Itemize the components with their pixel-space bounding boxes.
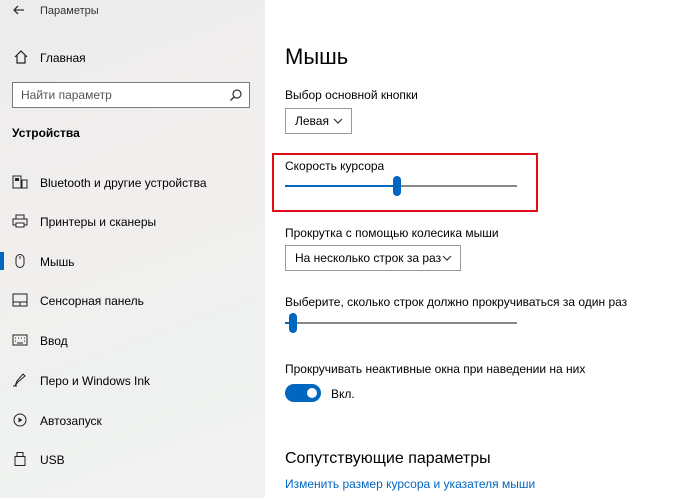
sidebar-item-label: Ввод <box>40 334 68 348</box>
wheel-scroll-value: На несколько строк за раз <box>295 251 442 265</box>
sidebar-item-label: USB <box>40 453 65 467</box>
usb-icon <box>14 452 26 466</box>
related-settings-title: Сопутствующие параметры <box>285 450 491 467</box>
sidebar-item-usb[interactable]: USB <box>0 443 265 475</box>
back-arrow-icon <box>13 5 24 15</box>
lines-to-scroll-label: Выберите, сколько строк должно прокручив… <box>285 295 628 309</box>
sidebar-item-bluetooth[interactable]: Bluetooth и другие устройства <box>0 166 265 198</box>
sidebar-item-label: Перо и Windows Ink <box>40 374 151 388</box>
back-button[interactable] <box>12 3 28 19</box>
sidebar-item-pen[interactable]: Перо и Windows Ink <box>0 364 265 396</box>
slider-track <box>285 322 517 324</box>
main-content: Мышь Выбор основной кнопки Левая Скорост… <box>265 0 700 498</box>
bluetooth-devices-icon <box>12 175 28 189</box>
inactive-scroll-label: Прокручивать неактивные окна при наведен… <box>285 362 586 376</box>
sidebar-item-autoplay[interactable]: Автозапуск <box>0 404 265 436</box>
sidebar-item-label: Сенсорная панель <box>40 294 144 308</box>
chevron-down-icon <box>442 255 452 261</box>
primary-button-value: Левая <box>295 114 329 128</box>
search-input[interactable] <box>13 83 223 107</box>
search-box[interactable] <box>12 82 250 108</box>
sidebar-item-label: Принтеры и сканеры <box>40 215 157 229</box>
cursor-size-link[interactable]: Изменить размер курсора и указателя мыши <box>285 477 535 491</box>
home-icon <box>14 50 28 64</box>
highlight-box <box>272 153 538 212</box>
sidebar-item-input[interactable]: Ввод <box>0 324 265 356</box>
section-title: Устройства <box>12 126 80 140</box>
lines-to-scroll-slider[interactable] <box>285 313 517 333</box>
wheel-scroll-dropdown[interactable]: На несколько строк за раз <box>285 245 461 271</box>
mouse-icon <box>15 254 25 268</box>
nav-home-label: Главная <box>40 51 86 65</box>
wheel-scroll-label: Прокрутка с помощью колесика мыши <box>285 226 499 240</box>
title-bar: Параметры <box>0 0 265 22</box>
window-title: Параметры <box>40 5 99 17</box>
autoplay-icon <box>13 413 27 427</box>
toggle-knob <box>307 388 317 398</box>
sidebar-item-label: Мышь <box>40 255 75 269</box>
sidebar-item-label: Автозапуск <box>40 414 102 428</box>
slider-thumb[interactable] <box>289 313 297 333</box>
keyboard-icon <box>12 334 28 346</box>
sidebar-item-label: Bluetooth и другие устройства <box>40 176 207 190</box>
sidebar-item-mouse[interactable]: Мышь <box>0 245 265 277</box>
sidebar-item-printers[interactable]: Принтеры и сканеры <box>0 205 265 237</box>
search-icon[interactable] <box>229 88 243 102</box>
nav-home[interactable]: Главная <box>0 45 265 69</box>
primary-button-dropdown[interactable]: Левая <box>285 108 352 134</box>
primary-button-label: Выбор основной кнопки <box>285 88 418 102</box>
touchpad-icon <box>12 293 28 307</box>
sidebar-item-touchpad[interactable]: Сенсорная панель <box>0 284 265 316</box>
pen-icon <box>13 373 26 387</box>
page-title: Мышь <box>285 44 349 69</box>
inactive-scroll-toggle[interactable] <box>285 384 321 402</box>
active-indicator <box>0 252 4 270</box>
sidebar: Параметры Главная Устройства Bluetooth и… <box>0 0 265 498</box>
toggle-state-label: Вкл. <box>331 387 355 401</box>
chevron-down-icon <box>333 118 343 124</box>
printer-icon <box>12 214 28 228</box>
